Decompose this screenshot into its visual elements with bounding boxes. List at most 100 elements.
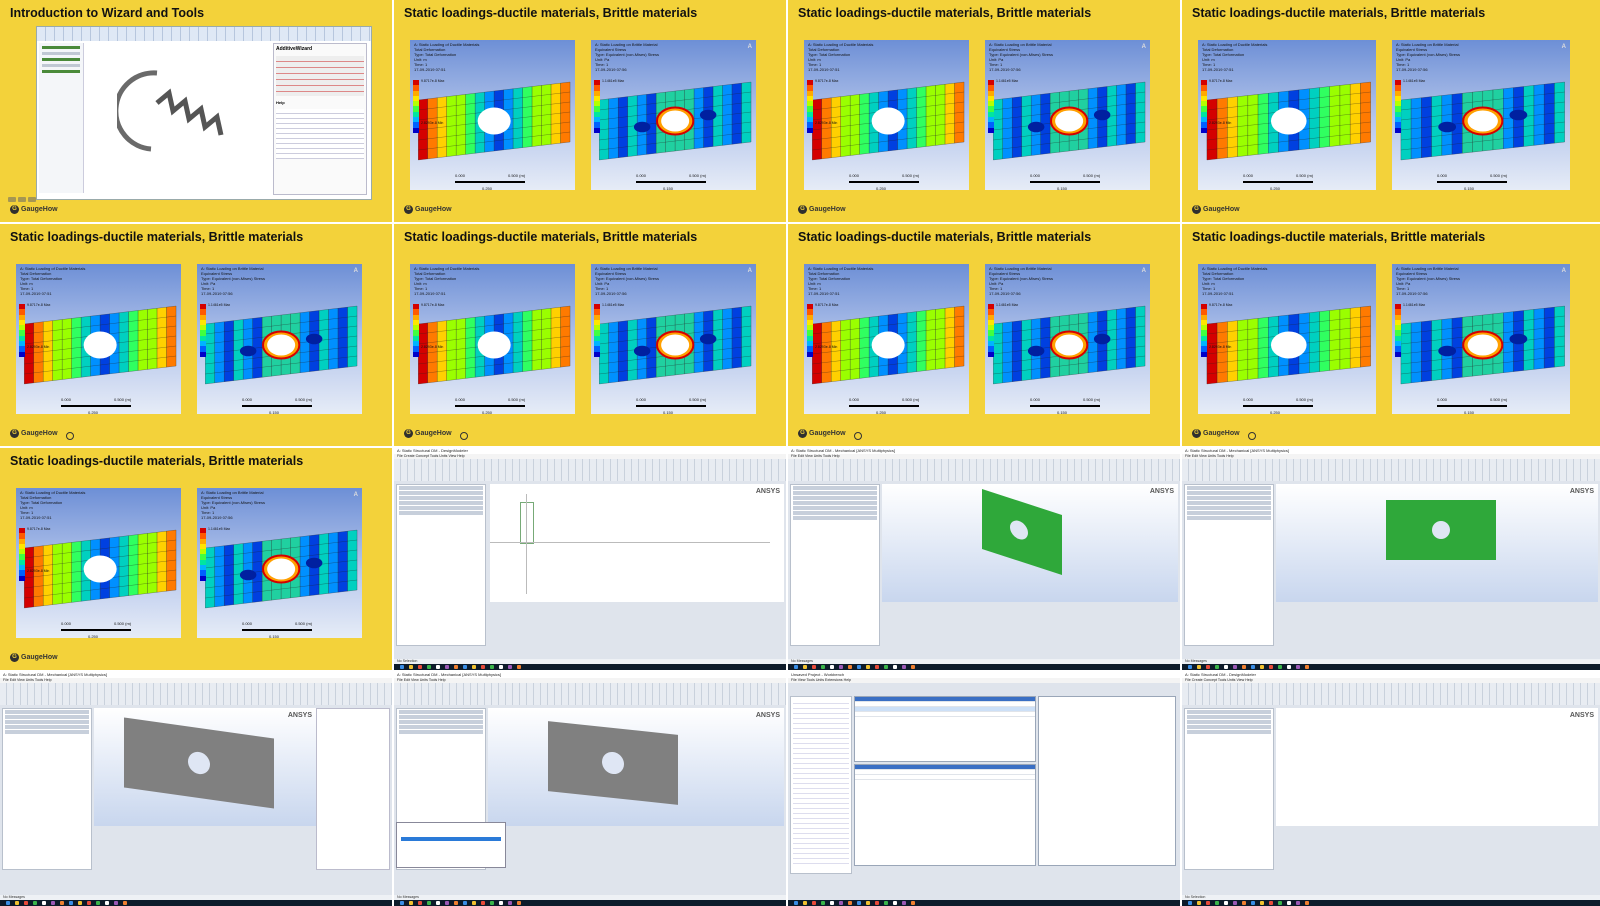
taskbar-app-icon[interactable] [902, 901, 906, 905]
tile-static-loading-6[interactable]: Static loadings-ductile materials, Britt… [788, 224, 1180, 446]
taskbar-app-icon[interactable] [517, 665, 521, 669]
toolbar[interactable] [788, 459, 1180, 481]
taskbar-app-icon[interactable] [490, 901, 494, 905]
taskbar-app-icon[interactable] [848, 665, 852, 669]
taskbar-app-icon[interactable] [499, 665, 503, 669]
play-icon[interactable] [1248, 432, 1256, 440]
taskbar-app-icon[interactable] [821, 901, 825, 905]
taskbar-app-icon[interactable] [6, 901, 10, 905]
taskbar-app-icon[interactable] [517, 901, 521, 905]
taskbar-app-icon[interactable] [463, 665, 467, 669]
taskbar-app-icon[interactable] [1296, 665, 1300, 669]
taskbar-app-icon[interactable] [1197, 665, 1201, 669]
taskbar-app-icon[interactable] [848, 901, 852, 905]
taskbar-app-icon[interactable] [1269, 665, 1273, 669]
taskbar-app-icon[interactable] [409, 901, 413, 905]
taskbar-app-icon[interactable] [427, 901, 431, 905]
tile-static-loading-8[interactable]: Static loadings-ductile materials, Britt… [0, 448, 392, 670]
menu-bar[interactable]: File View Tools Units Extensions Help [788, 678, 1180, 683]
taskbar-app-icon[interactable] [1188, 901, 1192, 905]
toolbar[interactable] [1182, 459, 1600, 481]
taskbar-app-icon[interactable] [866, 665, 870, 669]
taskbar-app-icon[interactable] [911, 665, 915, 669]
taskbar-app-icon[interactable] [1206, 901, 1210, 905]
taskbar-app-icon[interactable] [884, 901, 888, 905]
taskbar-app-icon[interactable] [400, 901, 404, 905]
taskbar-app-icon[interactable] [866, 901, 870, 905]
taskbar-app-icon[interactable] [794, 665, 798, 669]
graphics-area[interactable]: ANSYS [490, 484, 784, 602]
taskbar-app-icon[interactable] [454, 901, 458, 905]
taskbar-app-icon[interactable] [1224, 901, 1228, 905]
taskbar-app-icon[interactable] [78, 901, 82, 905]
taskbar-app-icon[interactable] [1260, 901, 1264, 905]
taskbar-app-icon[interactable] [51, 901, 55, 905]
taskbar-app-icon[interactable] [839, 901, 843, 905]
taskbar-app-icon[interactable] [1224, 665, 1228, 669]
taskbar-app-icon[interactable] [1251, 665, 1255, 669]
taskbar-app-icon[interactable] [472, 665, 476, 669]
taskbar-app-icon[interactable] [1296, 901, 1300, 905]
tile-static-loading-4[interactable]: Static loadings-ductile materials, Britt… [0, 224, 392, 446]
graphics-area[interactable]: ANSYS [94, 708, 316, 826]
tile-workbench-engineering-data[interactable]: Unsaved Project - Workbench File View To… [788, 672, 1180, 906]
taskbar-app-icon[interactable] [400, 665, 404, 669]
taskbar-app-icon[interactable] [481, 901, 485, 905]
tile-mechanical-solving[interactable]: A: Static Structural DM - Mechanical [AN… [394, 672, 786, 906]
taskbar-app-icon[interactable] [1251, 901, 1255, 905]
taskbar-app-icon[interactable] [42, 901, 46, 905]
taskbar-app-icon[interactable] [490, 665, 494, 669]
taskbar-app-icon[interactable] [114, 901, 118, 905]
tile-designmodeler-sketch-2[interactable]: A: Static Structural DM - DesignModeler … [1182, 672, 1600, 906]
taskbar-app-icon[interactable] [884, 665, 888, 669]
taskbar-app-icon[interactable] [803, 665, 807, 669]
taskbar-app-icon[interactable] [1269, 901, 1273, 905]
taskbar-app-icon[interactable] [1197, 901, 1201, 905]
taskbar-app-icon[interactable] [427, 665, 431, 669]
taskbar-app-icon[interactable] [1233, 665, 1237, 669]
solution-status-dialog[interactable] [396, 822, 506, 868]
tile-designmodeler-sketch[interactable]: A: Static Structural DM - DesignModeler … [394, 448, 786, 670]
taskbar-app-icon[interactable] [69, 901, 73, 905]
taskbar-app-icon[interactable] [33, 901, 37, 905]
taskbar-app-icon[interactable] [445, 665, 449, 669]
taskbar-app-icon[interactable] [96, 901, 100, 905]
taskbar[interactable] [1182, 900, 1600, 906]
taskbar-app-icon[interactable] [902, 665, 906, 669]
taskbar-app-icon[interactable] [418, 901, 422, 905]
taskbar-app-icon[interactable] [794, 901, 798, 905]
taskbar-app-icon[interactable] [857, 665, 861, 669]
taskbar-app-icon[interactable] [1242, 901, 1246, 905]
taskbar-app-icon[interactable] [1215, 901, 1219, 905]
tile-static-loading-1[interactable]: Static loadings-ductile materials, Britt… [394, 0, 786, 222]
taskbar-app-icon[interactable] [875, 901, 879, 905]
play-icon[interactable] [66, 432, 74, 440]
tile-static-loading-2[interactable]: Static loadings-ductile materials, Britt… [788, 0, 1180, 222]
taskbar-app-icon[interactable] [472, 901, 476, 905]
taskbar-app-icon[interactable] [436, 665, 440, 669]
taskbar-app-icon[interactable] [436, 901, 440, 905]
taskbar-app-icon[interactable] [821, 665, 825, 669]
taskbar-app-icon[interactable] [1305, 665, 1309, 669]
taskbar-app-icon[interactable] [1287, 901, 1291, 905]
taskbar[interactable] [1182, 664, 1600, 670]
taskbar-app-icon[interactable] [481, 665, 485, 669]
taskbar-app-icon[interactable] [803, 901, 807, 905]
taskbar-app-icon[interactable] [893, 665, 897, 669]
taskbar-app-icon[interactable] [1287, 665, 1291, 669]
tile-mechanical-gray-plate[interactable]: A: Static Structural DM - Mechanical [AN… [0, 672, 392, 906]
taskbar-app-icon[interactable] [1206, 665, 1210, 669]
graphics-area[interactable]: ANSYS [488, 708, 784, 826]
tile-mechanical-green-plate-front[interactable]: A: Static Structural DM - Mechanical [AN… [1182, 448, 1600, 670]
tile-static-loading-5[interactable]: Static loadings-ductile materials, Britt… [394, 224, 786, 446]
tile-wizard-intro[interactable]: Introduction to Wizard and Tools Additiv… [0, 0, 392, 222]
taskbar-app-icon[interactable] [1215, 665, 1219, 669]
toolbar[interactable] [394, 459, 786, 481]
play-icon[interactable] [854, 432, 862, 440]
taskbar-app-icon[interactable] [409, 665, 413, 669]
toolbar[interactable] [1182, 683, 1600, 705]
toolbar[interactable] [394, 683, 786, 705]
taskbar-app-icon[interactable] [812, 665, 816, 669]
graphics-area[interactable]: ANSYS [1276, 708, 1598, 826]
taskbar-app-icon[interactable] [1278, 665, 1282, 669]
